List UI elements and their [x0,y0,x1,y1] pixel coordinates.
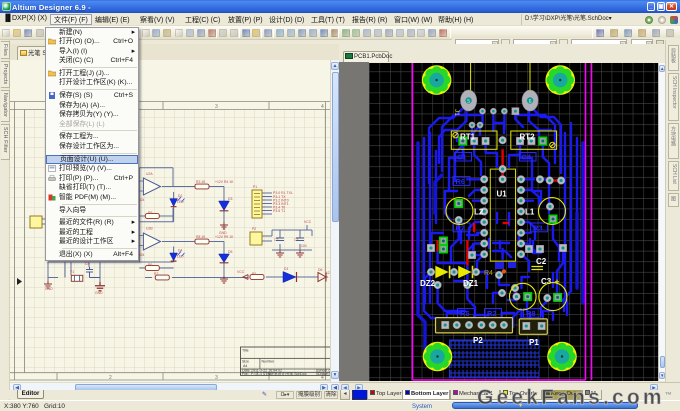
svg-text:2: 2 [109,375,112,381]
svg-text:P2: P2 [473,336,483,345]
svg-text:U2A: U2A [146,172,153,176]
svg-text:D2: D2 [178,194,182,198]
svg-text:J1: J1 [453,109,460,116]
svg-text:LED: LED [177,200,184,204]
svg-text:U1: U1 [497,190,508,199]
svg-text:6: 6 [529,99,532,105]
svg-text:4: 4 [321,104,324,110]
svg-text:VCC: VCC [304,220,312,224]
svg-text:P2: P2 [252,227,256,231]
svg-text:104: 104 [301,244,307,248]
svg-text:F:\学习文档\光笔设计\光笔.SchDoc: F:\学习文档\光笔设计\光笔.SchDoc [251,371,307,376]
svg-text:3: 3 [215,375,218,381]
svg-text:3: 3 [215,104,218,110]
svg-text:R3 1K: R3 1K [196,180,206,184]
svg-text:L1: L1 [525,208,535,217]
svg-text:Number: Number [262,360,276,364]
svg-text:P1: P1 [253,185,257,189]
svg-text:Y1: Y1 [70,270,74,274]
svg-text:P3.5 T1: P3.5 T1 [273,209,285,213]
svg-text:D4: D4 [178,249,182,253]
svg-text:A4: A4 [243,364,247,368]
svg-text:LED: LED [177,255,184,259]
svg-text:DZ1: DZ1 [463,279,479,288]
svg-text:+12V R4 1K: +12V R4 1K [215,180,234,184]
svg-text:U2B: U2B [146,227,153,231]
svg-text:R4: R4 [484,270,493,277]
svg-text:C2: C2 [536,257,547,266]
svg-text:R2: R2 [487,309,497,318]
svg-text:C1: C1 [457,153,467,162]
svg-text:Size: Size [242,360,249,364]
svg-text:C4: C4 [85,262,89,266]
svg-text:L2: L2 [474,208,484,217]
svg-text:D5: D5 [228,250,232,254]
svg-text:File:: File: [242,372,249,376]
svg-text:Drawn By:: Drawn By: [318,372,330,376]
svg-text:R8: R8 [526,309,536,318]
svg-text:D3: D3 [228,197,232,201]
svg-text:R1: R1 [252,272,256,276]
svg-text:C4: C4 [522,153,532,162]
svg-text:R6: R6 [148,263,152,267]
svg-text:RT1: RT1 [460,133,476,142]
svg-text:5: 5 [467,99,470,105]
svg-text:R5: R5 [460,309,470,318]
svg-text:+12V R9 1K: +12V R9 1K [215,235,234,239]
svg-text:R3: R3 [533,223,543,232]
svg-text:R2: R2 [154,272,158,276]
svg-text:Title: Title [242,349,249,353]
svg-text:GND: GND [45,287,53,291]
svg-text:P1: P1 [529,338,539,347]
svg-text:R8 1K: R8 1K [196,235,206,239]
svg-text:GND: GND [219,231,227,235]
svg-text:VCC: VCC [237,270,245,274]
svg-text:GND: GND [95,291,103,295]
svg-text:DZ2: DZ2 [420,279,436,288]
svg-text:R6: R6 [456,177,466,186]
svg-text:R5: R5 [148,211,152,215]
svg-text:RT2: RT2 [520,133,536,142]
svg-text:D1: D1 [284,267,288,271]
svg-text:D6: D6 [318,268,322,272]
